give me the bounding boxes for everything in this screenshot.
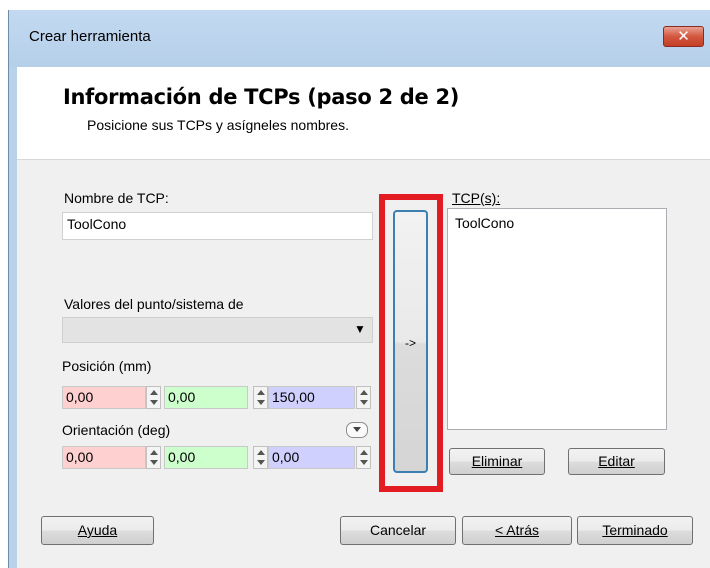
finish-button[interactable]: Terminado: [577, 516, 693, 545]
add-tcp-button[interactable]: ->: [393, 210, 428, 473]
position-z-field[interactable]: 150,00: [268, 386, 355, 409]
close-button[interactable]: ✕: [663, 26, 704, 47]
edit-button-label: Editar: [598, 453, 635, 469]
position-y-spinner[interactable]: [253, 386, 268, 409]
orientation-z-field[interactable]: 0,00: [268, 446, 355, 469]
step-title: Información de TCPs (paso 2 de 2): [63, 85, 460, 109]
tcp-name-input[interactable]: ToolCono: [62, 212, 373, 240]
expand-orientation-icon[interactable]: [346, 422, 368, 438]
orientation-x-spinner[interactable]: [146, 446, 161, 469]
values-dropdown[interactable]: [62, 317, 373, 343]
values-label: Valores del punto/sistema de: [64, 296, 244, 312]
wizard-header: [17, 67, 710, 160]
position-z-spinner[interactable]: [356, 386, 371, 409]
orientation-z-spinner[interactable]: [356, 446, 371, 469]
tcp-list[interactable]: [447, 208, 667, 430]
delete-button-label: Eliminar: [471, 453, 523, 469]
position-label: Posición (mm): [62, 358, 152, 374]
finish-button-label: Terminado: [602, 522, 668, 538]
orientation-y-spinner[interactable]: [253, 446, 268, 469]
orientation-x-field[interactable]: 0,00: [62, 446, 146, 469]
cancel-button[interactable]: Cancelar: [340, 516, 456, 545]
delete-button[interactable]: Eliminar: [449, 448, 545, 475]
position-x-field[interactable]: 0,00: [62, 386, 146, 409]
back-button-label: < Atrás: [495, 522, 539, 538]
tcp-name-label: Nombre de TCP:: [64, 190, 169, 206]
step-subtitle: Posicione sus TCPs y asígneles nombres.: [87, 117, 349, 133]
help-button[interactable]: Ayuda: [41, 516, 154, 545]
orientation-y-field[interactable]: 0,00: [164, 446, 248, 469]
tcp-list-label: TCP(s):: [452, 190, 501, 206]
window-title: Crear herramienta: [29, 28, 151, 45]
position-x-spinner[interactable]: [146, 386, 161, 409]
edit-button[interactable]: Editar: [568, 448, 665, 475]
position-y-field[interactable]: 0,00: [164, 386, 248, 409]
dropdown-arrow-icon[interactable]: ▼: [354, 322, 366, 336]
tcp-list-item[interactable]: ToolCono: [455, 215, 514, 231]
cancel-button-label: Cancelar: [369, 522, 427, 538]
help-button-label: Ayuda: [77, 522, 118, 538]
back-button[interactable]: < Atrás: [462, 516, 572, 545]
orientation-label: Orientación (deg): [62, 422, 171, 438]
